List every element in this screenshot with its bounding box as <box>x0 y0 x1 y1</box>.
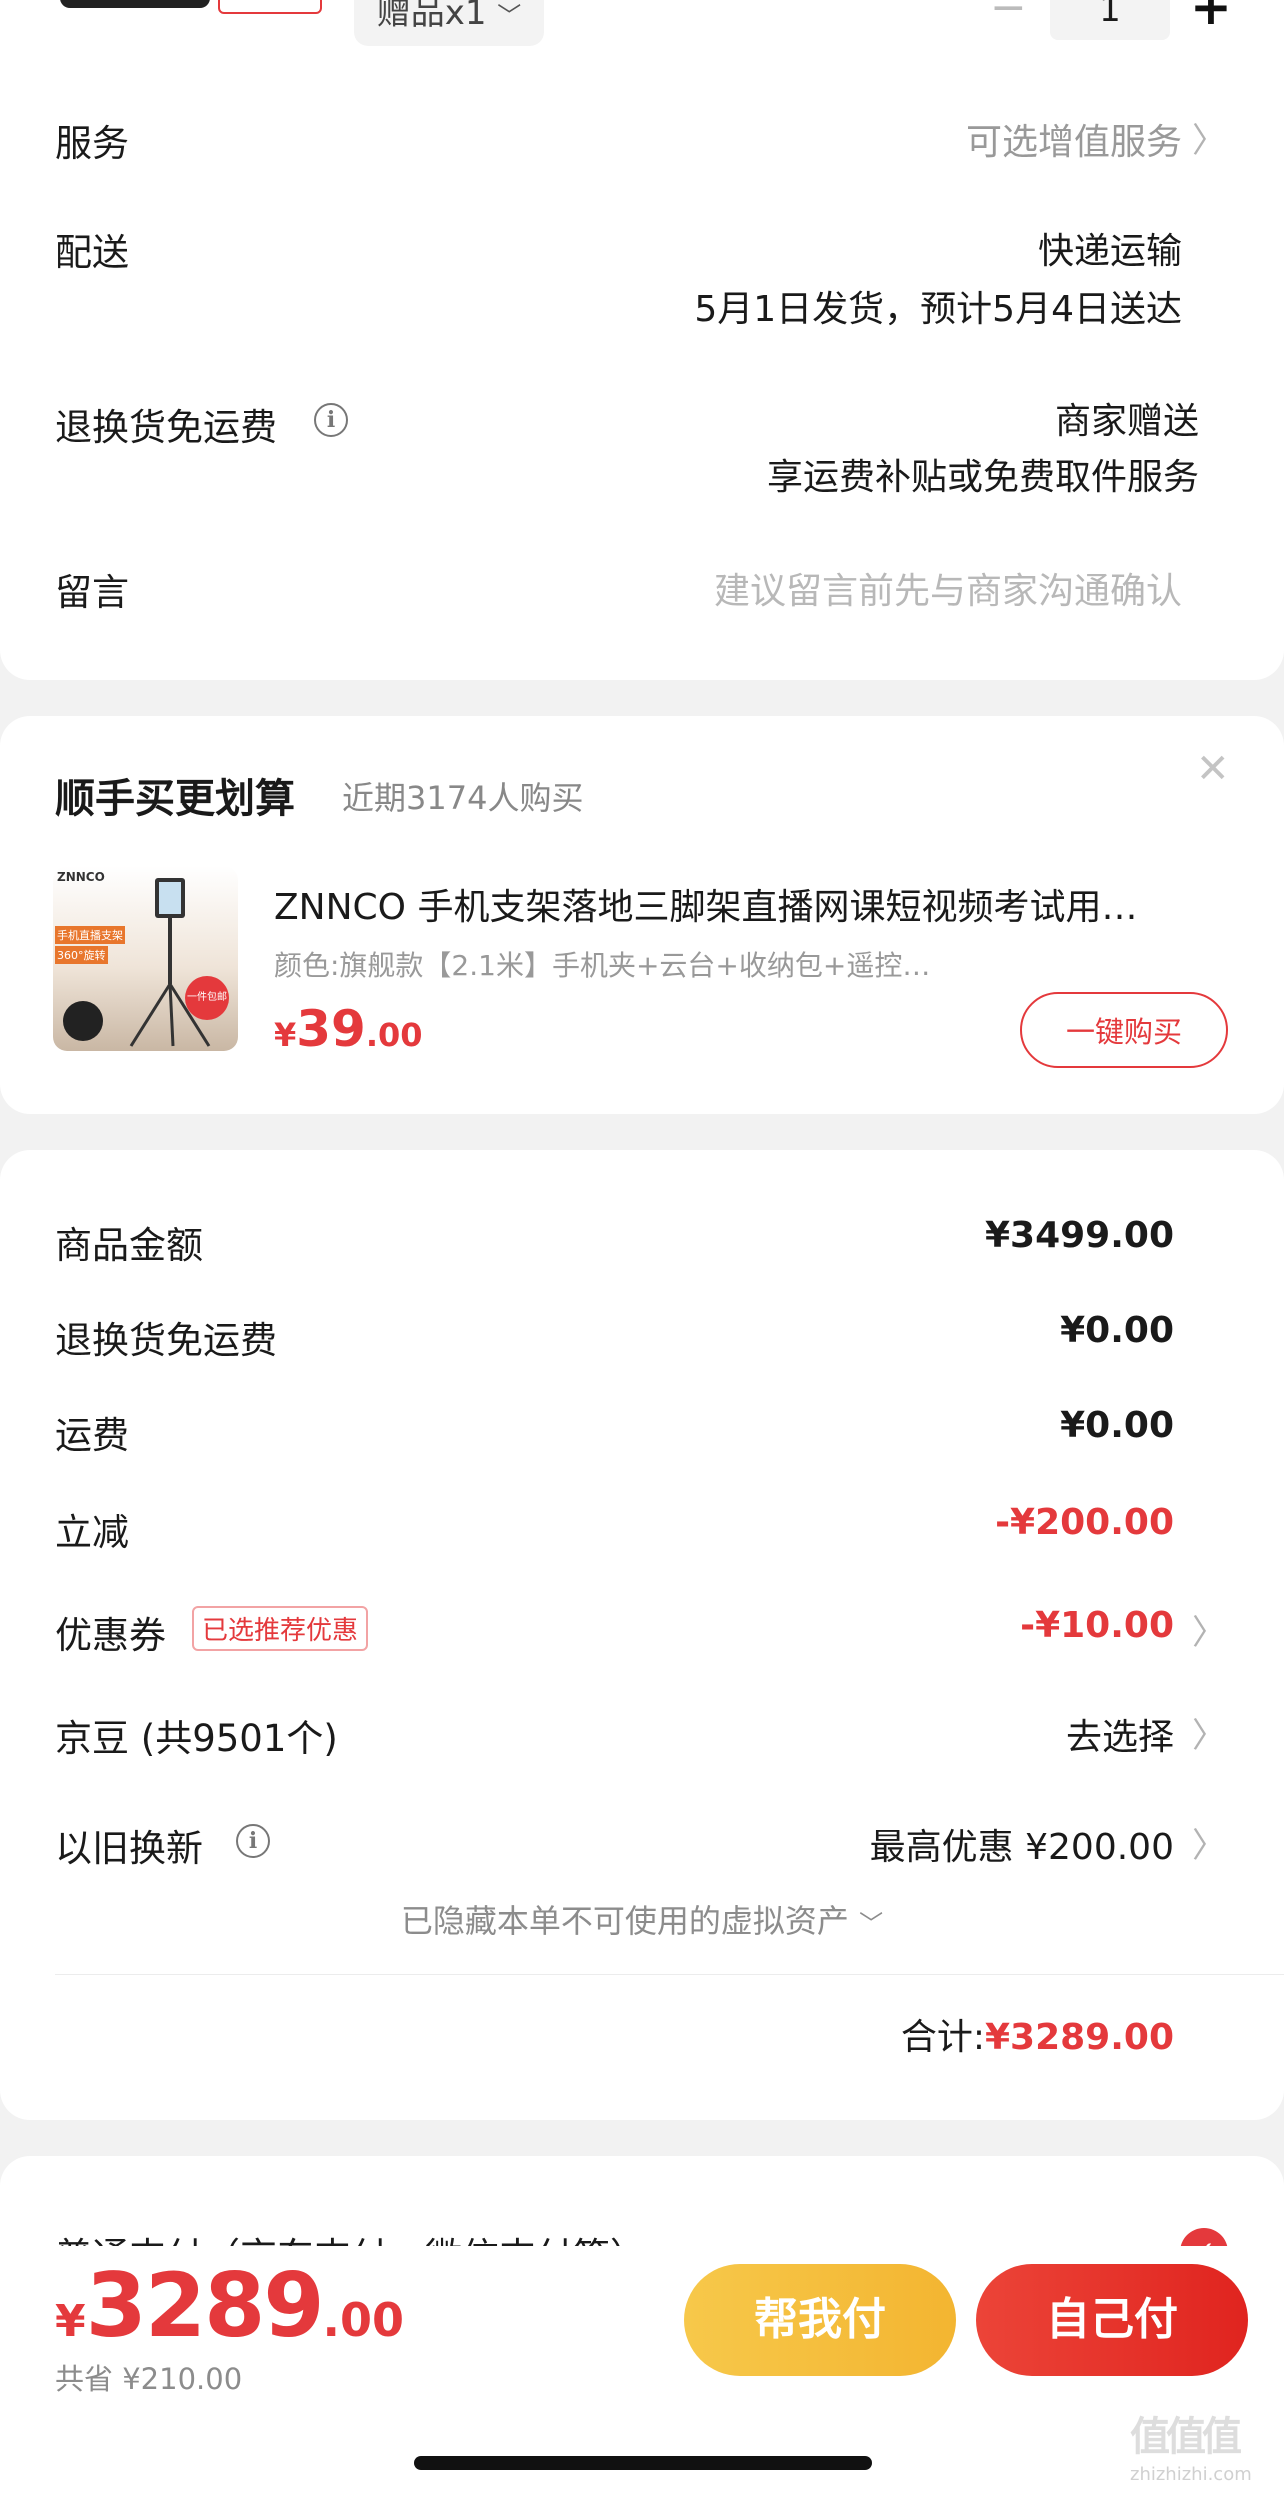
bottom-price-symbol: ¥ <box>55 2296 86 2347</box>
jingdou-select[interactable]: 去选择 <box>1066 1708 1174 1760</box>
return-shipping-detail: 享运费补贴或免费取件服务 <box>766 457 1199 498</box>
hidden-assets-toggle[interactable]: 已隐藏本单不可使用的虚拟资产 ﹀ <box>0 1896 1284 1942</box>
hidden-assets-text: 已隐藏本单不可使用的虚拟资产 <box>400 1902 849 1940</box>
self-pay-button[interactable]: 自己付 <box>976 2264 1248 2376</box>
bottom-total-price: ¥3289.00 <box>55 2254 404 2357</box>
coupon-value[interactable]: -¥10.00 <box>1020 1605 1174 1646</box>
delivery-time: 5月1日发货，预计5月4日送达 <box>694 289 1182 330</box>
shipping-fee-value: ¥0.00 <box>1060 1405 1174 1446</box>
quantity-plus-button[interactable]: + <box>1190 0 1232 36</box>
watermark-text: zhizhizhi.com <box>1130 2464 1252 2485</box>
info-icon[interactable]: i <box>314 403 348 437</box>
return-fee-label: 退换货免运费 <box>55 1319 277 1362</box>
return-shipping-label: 退换货免运费 <box>55 406 277 449</box>
service-label: 服务 <box>55 122 129 165</box>
message-input[interactable]: 建议留言前先与商家沟通确认 <box>714 562 1182 614</box>
goods-amount-value: ¥3499.00 <box>984 1215 1174 1256</box>
recommend-product-spec: 颜色:旗舰款【2.1米】手机夹+云台+收纳包+遥控… <box>274 949 931 982</box>
total-value: ¥3289.00 <box>984 2017 1174 2058</box>
delivery-method[interactable]: 快递运输 <box>1038 222 1182 274</box>
close-icon[interactable]: ✕ <box>1196 746 1230 792</box>
total-label: 合计: <box>900 2017 985 2058</box>
delivery-label: 配送 <box>55 231 129 274</box>
recommend-product-name[interactable]: ZNNCO 手机支架落地三脚架直播网课短视频考试用… <box>274 878 1234 930</box>
return-fee-value: ¥0.00 <box>1060 1310 1174 1351</box>
message-label: 留言 <box>55 571 129 614</box>
promo-badge-partial <box>218 0 322 14</box>
total-row: 合计:¥3289.00 <box>901 2008 1174 2060</box>
recommend-price: ¥39.00 <box>274 1000 423 1058</box>
quick-buy-button[interactable]: 一键购买 <box>1020 992 1228 1068</box>
chevron-right-icon[interactable]: 〉 <box>1192 1818 1226 1867</box>
recommend-title: 顺手买更划算 <box>55 776 295 822</box>
chevron-right-icon[interactable]: 〉 <box>1192 1708 1226 1757</box>
bottom-bar: ¥3289.00 共省 ¥210.00 帮我付 自己付 值值值 zhizhizh… <box>0 2246 1284 2499</box>
thumb-brand: ZNNCO <box>57 870 105 884</box>
product-card: 赠品x1 ﹀ − 1 + 服务 可选增值服务 〉 配送 快递运输 5月1日发货，… <box>0 0 1284 680</box>
price-summary-card: 商品金额 ¥3499.00 退换货免运费 ¥0.00 运费 ¥0.00 立减 -… <box>0 1150 1284 2120</box>
recommend-card: 顺手买更划算 近期3174人购买 ✕ ZNNCO 手机直播支架 360°旋转 一… <box>0 716 1284 1114</box>
info-icon[interactable]: i <box>236 1824 270 1858</box>
trade-in-label: 以旧换新 <box>55 1827 203 1870</box>
home-indicator <box>414 2456 872 2470</box>
gift-dropdown[interactable]: 赠品x1 ﹀ <box>354 0 544 46</box>
coupon-tag: 已选推荐优惠 <box>192 1606 369 1651</box>
return-shipping-value: 商家赠送 <box>1054 401 1199 442</box>
instant-discount-value: -¥200.00 <box>995 1502 1174 1543</box>
chevron-right-icon[interactable]: 〉 <box>1192 1605 1226 1654</box>
product-thumb-partial <box>60 0 210 8</box>
service-value[interactable]: 可选增值服务 <box>966 113 1182 165</box>
chevron-down-icon: ﹀ <box>497 2 522 30</box>
total-saved: 共省 ¥210.00 <box>55 2362 243 2396</box>
price-int: 39 <box>296 1000 366 1058</box>
price-dec: .00 <box>365 1016 423 1054</box>
bottom-price-dec: .00 <box>322 2293 405 2347</box>
coupon-label: 优惠券 <box>55 1614 166 1657</box>
divider <box>55 1974 1284 1975</box>
quantity-minus-button[interactable]: − <box>990 0 1027 33</box>
thumb-text-2: 360°旋转 <box>55 946 108 964</box>
quantity-value: 1 <box>1099 0 1121 30</box>
price-symbol: ¥ <box>274 1016 297 1054</box>
watermark-logo: 值值值 <box>1130 2414 1242 2460</box>
remote-image <box>63 1001 103 1041</box>
chevron-right-icon[interactable]: 〉 <box>1192 113 1226 162</box>
recommend-product-thumb[interactable]: ZNNCO 手机直播支架 360°旋转 一件包邮 <box>53 866 238 1051</box>
tripod-image <box>129 878 211 1047</box>
chevron-down-icon: ﹀ <box>859 1910 884 1938</box>
jingdou-label: 京豆 (共9501个) <box>55 1717 338 1760</box>
trade-in-value[interactable]: 最高优惠 ¥200.00 <box>870 1818 1174 1870</box>
instant-discount-label: 立减 <box>55 1511 129 1554</box>
shipping-fee-label: 运费 <box>55 1414 129 1457</box>
goods-amount-label: 商品金额 <box>55 1224 203 1267</box>
help-pay-button[interactable]: 帮我付 <box>684 2264 956 2376</box>
gift-label: 赠品x1 <box>376 0 487 33</box>
quantity-field[interactable]: 1 <box>1050 0 1170 40</box>
bottom-price-int: 3289 <box>85 2254 325 2357</box>
recommend-subtitle: 近期3174人购买 <box>342 779 584 817</box>
